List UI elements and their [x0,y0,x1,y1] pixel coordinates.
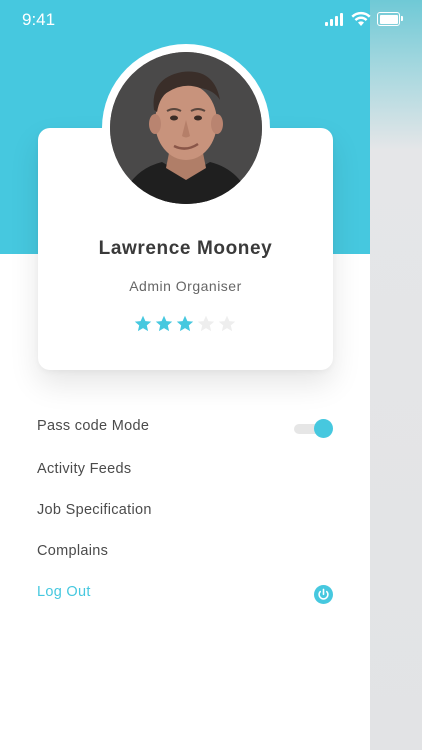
avatar[interactable] [110,52,262,204]
profile-role: Admin Organiser [129,278,242,294]
star-filled-icon [134,315,152,333]
status-bar: 9:41 [0,0,422,40]
wifi-icon [351,11,371,27]
signal-icon [325,12,347,26]
passcode-toggle[interactable] [294,419,334,439]
profile-name: Lawrence Mooney [98,238,273,259]
status-time: 9:41 [22,10,56,29]
toggle-knob [314,419,333,438]
menu-item-log-out[interactable]: Log Out [37,584,91,600]
star-filled-icon [176,315,194,333]
menu-item-activity-feeds[interactable]: Activity Feeds [37,461,131,477]
power-icon[interactable] [314,585,333,604]
battery-icon [377,12,404,26]
star-empty-icon [218,315,236,333]
star-filled-icon [155,315,173,333]
menu-item-complains[interactable]: Complains [37,543,108,559]
menu-item-job-specification[interactable]: Job Specification [37,502,152,518]
menu-item-passcode-mode[interactable]: Pass code Mode [37,418,149,434]
rating-stars [134,315,236,335]
star-empty-icon [197,315,215,333]
background-app [370,0,422,750]
